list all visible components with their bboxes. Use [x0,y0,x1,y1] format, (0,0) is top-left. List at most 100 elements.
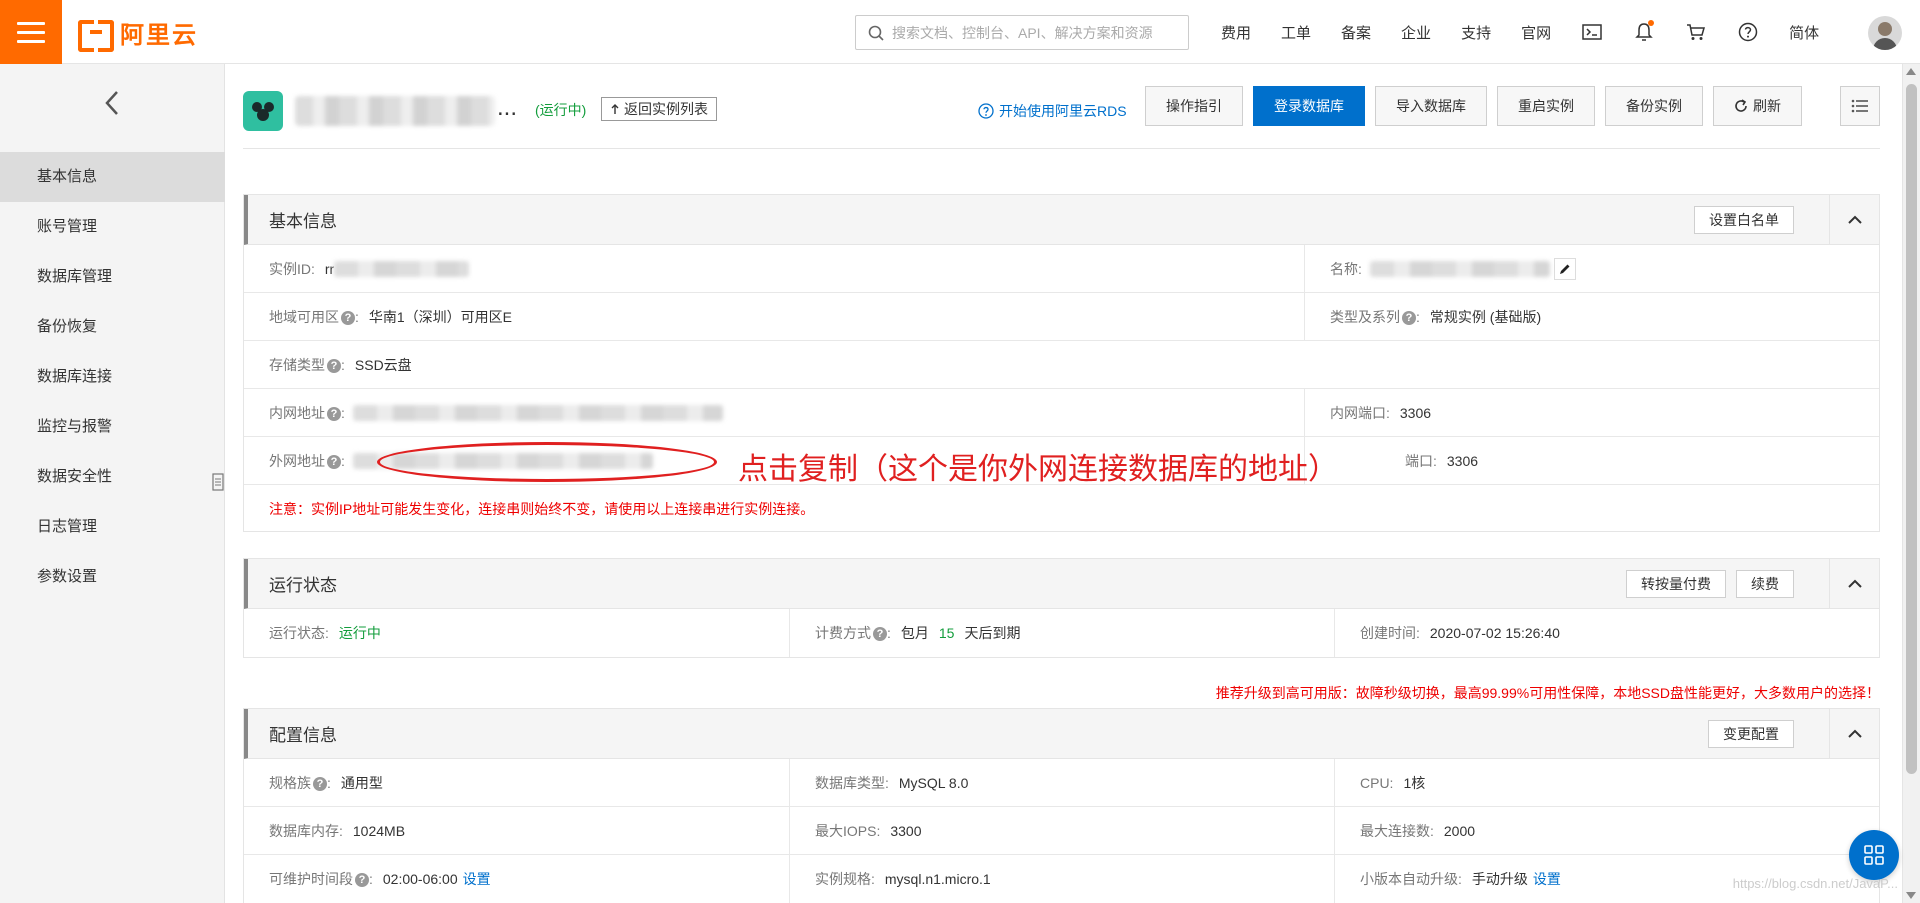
billing-days: 15 [938,625,955,641]
upgrade-promo[interactable]: 推荐升级到高可用版：故障秒级切换，最高99.99%可用性保障，本地SSD盘性能更… [1216,683,1880,703]
switch-to-payg-button[interactable]: 转按量付费 [1626,570,1726,598]
name-cell: 名称: [1304,245,1879,293]
max-conn-label: 最大连接数: [1360,823,1434,839]
sidebar-item-monitoring[interactable]: 监控与报警 [0,402,225,452]
dbtype-cell: 数据库类型: MySQL 8.0 [789,759,1334,807]
nav-fees[interactable]: 费用 [1206,22,1266,43]
info-row: 内网地址?: 内网端口: 3306 [244,389,1879,437]
config-row: 可维护时间段?: 02:00-06:00 设置 实例规格: mysql.n1.m… [244,855,1879,903]
scroll-up-icon[interactable] [1906,68,1916,75]
help-icon[interactable]: ? [327,359,341,373]
billing-cell: 计费方式?: 包月 15 天后到期 [789,609,1334,657]
upgrade-settings-link[interactable]: 设置 [1533,869,1561,889]
sidebar-item-databases[interactable]: 数据库管理 [0,252,225,302]
set-whitelist-button[interactable]: 设置白名单 [1694,206,1794,234]
instance-status: (运行中) [535,102,587,118]
back-to-list-button[interactable]: 返回实例列表 [601,97,717,121]
sidebar-item-security[interactable]: 数据安全性 [0,452,225,502]
help-icon[interactable]: ? [1402,311,1416,325]
config-header: 配置信息 变更配置 [244,709,1879,759]
family-cell: 规格族?: 通用型 [244,759,789,807]
help-icon[interactable]: ? [355,873,369,887]
help-icon[interactable]: ? [313,777,327,791]
help-icon[interactable] [1722,0,1774,64]
collapse-status-icon[interactable] [1829,559,1879,608]
memory-label: 数据库内存: [269,823,343,839]
basic-info-title: 基本信息 [269,212,337,231]
edit-pencil-icon[interactable] [1553,258,1576,280]
intranet-address-redacted[interactable] [352,405,723,421]
basic-info-header: 基本信息 设置白名单 [244,195,1879,245]
sidebar-item-parameters[interactable]: 参数设置 [0,552,225,602]
help-icon[interactable]: ? [341,311,355,325]
ip-change-notice: 注意：实例IP地址可能发生变化，连接串则始终不变，请使用以上连接串进行实例连接。 [269,501,815,517]
restart-button[interactable]: 重启实例 [1497,86,1595,126]
terminal-icon[interactable] [1566,0,1618,64]
help-icon[interactable]: ? [327,407,341,421]
nav-official-site[interactable]: 官网 [1506,22,1566,43]
sidebar-item-connection[interactable]: 数据库连接 [0,352,225,402]
run-state-label: 运行状态: [269,625,329,641]
search-input[interactable] [892,24,1182,41]
avatar[interactable] [1868,16,1902,50]
internet-port-value: 3306 [1446,453,1479,469]
refresh-button[interactable]: 刷新 [1713,86,1802,126]
collapse-basic-icon[interactable] [1829,195,1879,244]
sidebar-item-backup[interactable]: 备份恢复 [0,302,225,352]
renew-button[interactable]: 续费 [1736,570,1794,598]
nav-ticket[interactable]: 工单 [1266,22,1326,43]
language-switch[interactable]: 简体 [1774,22,1834,43]
maint-settings-link[interactable]: 设置 [463,869,491,889]
family-value: 通用型 [340,775,383,791]
nav-enterprise[interactable]: 企业 [1386,22,1446,43]
nav-filing[interactable]: 备案 [1326,22,1386,43]
login-db-button[interactable]: 登录数据库 [1253,86,1365,126]
upgrade-value: 手动升级 [1471,871,1528,887]
help-icon[interactable]: ? [873,627,887,641]
getting-started-label: 开始使用阿里云RDS [999,103,1127,119]
aliyun-logo[interactable]: 阿里云 [78,18,198,52]
instance-id-redacted [334,261,470,277]
scroll-thumb[interactable] [1906,84,1917,774]
app-grid-icon[interactable] [1849,830,1899,880]
iops-cell: 最大IOPS: 3300 [789,807,1334,855]
refresh-label: 刷新 [1753,98,1781,114]
change-config-button[interactable]: 变更配置 [1708,720,1794,748]
back-arrow-icon[interactable] [100,88,124,118]
info-row: 地域可用区?: 华南1（深圳）可用区E 类型及系列?: 常规实例 (基础版) [244,293,1879,341]
backup-button[interactable]: 备份实例 [1605,86,1703,126]
type-cell: 类型及系列?: 常规实例 (基础版) [1304,293,1879,341]
menu-icon[interactable] [0,0,62,64]
nav-support[interactable]: 支持 [1446,22,1506,43]
import-db-button[interactable]: 导入数据库 [1375,86,1487,126]
cart-icon[interactable] [1670,0,1722,64]
memory-value: 1024MB [352,823,406,839]
guide-button[interactable]: 操作指引 [1145,86,1243,126]
getting-started-link[interactable]: 开始使用阿里云RDS [978,101,1127,121]
instance-id-label: 实例ID: [269,261,315,277]
question-icon [978,103,994,119]
dbtype-value: MySQL 8.0 [898,775,969,791]
sidebar-item-logs[interactable]: 日志管理 [0,502,225,552]
max-conn-value: 2000 [1443,823,1476,839]
bell-icon[interactable] [1618,0,1670,64]
run-state-cell: 运行状态: 运行中 [244,609,789,657]
billing-expire: 天后到期 [964,625,1021,641]
max-conn-cell: 最大连接数: 2000 [1334,807,1879,855]
memory-cell: 数据库内存: 1024MB [244,807,789,855]
back-to-list-label: 返回实例列表 [624,101,708,117]
intranet-cell: 内网地址?: [244,389,1304,437]
scroll-down-icon[interactable] [1906,892,1916,899]
list-view-icon[interactable] [1840,86,1880,126]
page-scrollbar[interactable] [1902,64,1920,903]
spec-value: mysql.n1.micro.1 [884,871,991,887]
sidebar-item-basic-info[interactable]: 基本信息 [0,152,225,202]
sidebar: 基本信息 账号管理 数据库管理 备份恢复 数据库连接 监控与报警 数据安全性 日… [0,64,225,903]
collapse-handle-icon[interactable] [211,472,225,492]
help-icon[interactable]: ? [327,455,341,469]
search-box[interactable] [855,15,1189,50]
collapse-config-icon[interactable] [1829,709,1879,758]
region-value: 华南1（深圳）可用区E [368,309,513,325]
internet-label: 外网地址?: [269,453,345,469]
sidebar-item-accounts[interactable]: 账号管理 [0,202,225,252]
